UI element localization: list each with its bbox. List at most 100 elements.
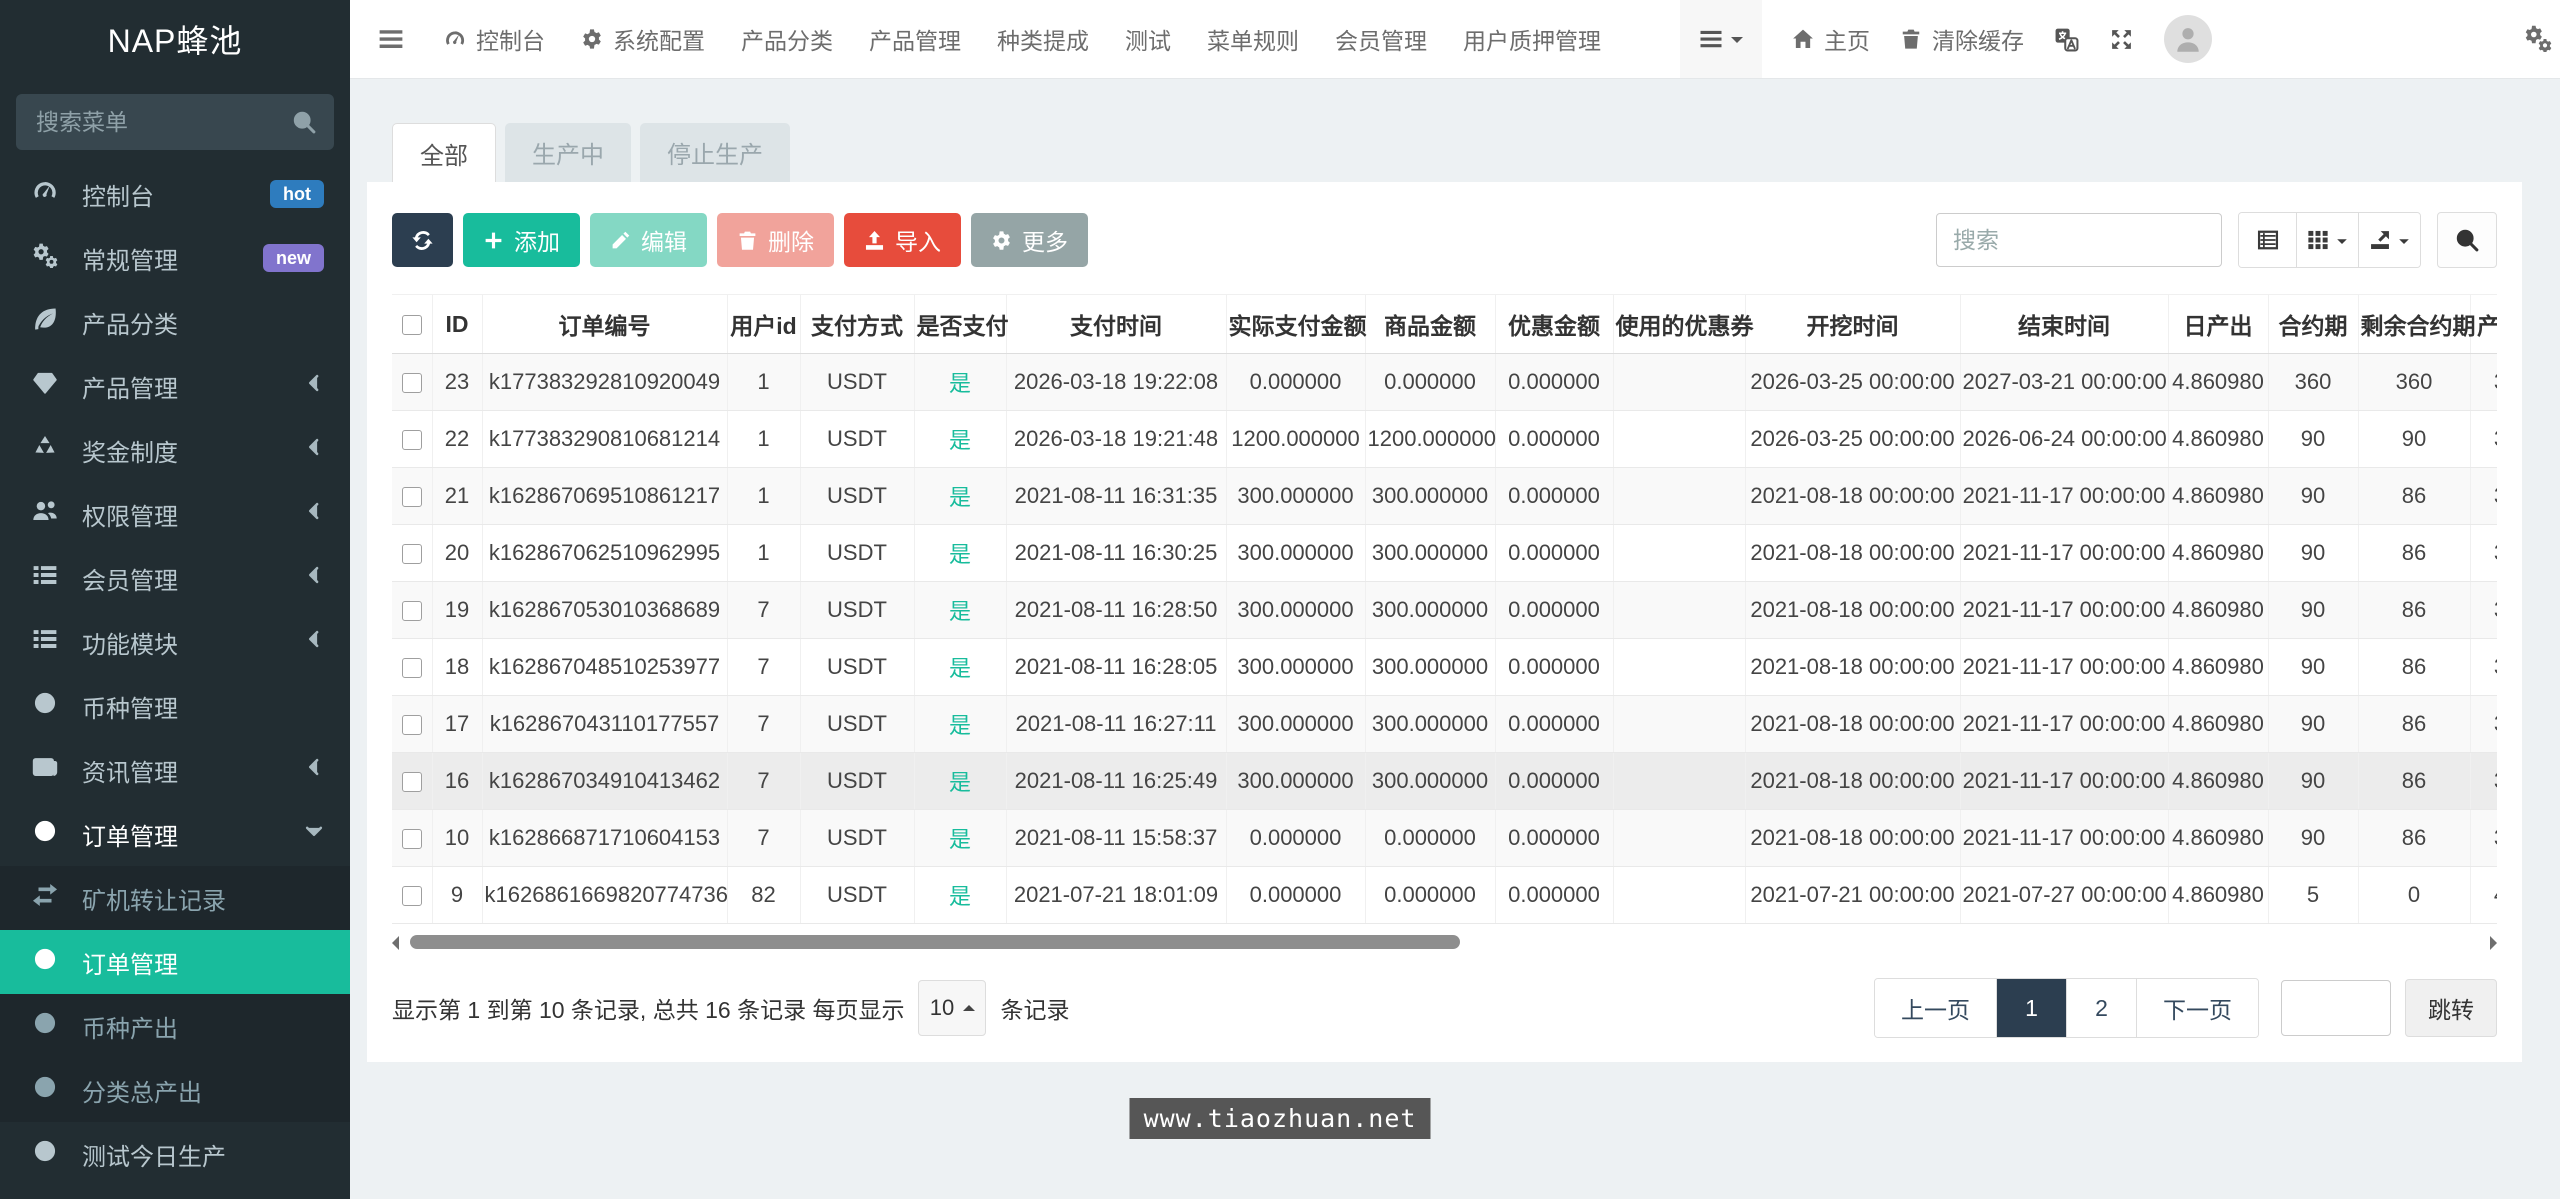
sidebar-item-order-manage[interactable]: 订单管理 xyxy=(0,930,350,994)
column-header-end-time[interactable]: 结束时间 xyxy=(1960,295,2168,354)
page-size-select[interactable]: 10 xyxy=(918,980,986,1036)
scrollbar-thumb[interactable] xyxy=(410,935,1460,949)
sidebar-item-bonus-system[interactable]: 奖金制度 xyxy=(0,418,350,482)
sidebar-search-input[interactable] xyxy=(16,94,334,150)
table-row[interactable]: 19k1628670530103686897USDT是2021-08-11 16… xyxy=(392,582,2497,639)
topnav-tab-category-commission[interactable]: 种类提成 xyxy=(997,22,1089,56)
tab-list-dropdown[interactable] xyxy=(1680,0,1762,78)
more-button[interactable]: 更多 xyxy=(971,213,1088,267)
table-row[interactable]: 10k1628668717106041537USDT是2021-08-11 15… xyxy=(392,810,2497,867)
sidebar-item-test-today-production[interactable]: 测试今日生产 xyxy=(0,1122,350,1186)
sidebar-item-coin-manage[interactable]: 币种管理 xyxy=(0,674,350,738)
topnav-tab-console[interactable]: 控制台 xyxy=(444,22,545,56)
row-checkbox[interactable] xyxy=(402,772,422,792)
row-checkbox[interactable] xyxy=(402,487,422,507)
translate-icon[interactable] xyxy=(2054,27,2079,52)
home-link[interactable]: 主页 xyxy=(1792,22,1870,56)
settings-cogs-icon[interactable] xyxy=(2524,24,2552,52)
search-submit-button[interactable] xyxy=(2437,212,2497,268)
toggle-view-button[interactable] xyxy=(2239,213,2297,267)
next-page-button[interactable]: 下一页 xyxy=(2137,979,2258,1037)
tab-all[interactable]: 全部 xyxy=(392,123,496,182)
refresh-button[interactable] xyxy=(392,213,453,267)
paid-status-link[interactable]: 是 xyxy=(949,884,971,909)
sidebar-item-coin-output[interactable]: 币种产出 xyxy=(0,994,350,1058)
page-jump-input[interactable] xyxy=(2281,980,2391,1036)
row-checkbox[interactable] xyxy=(402,658,422,678)
delete-button[interactable]: 删除 xyxy=(717,213,834,267)
export-button[interactable] xyxy=(2359,213,2420,267)
table-row[interactable]: 18k1628670485102539777USDT是2021-08-11 16… xyxy=(392,639,2497,696)
sidebar-item-console[interactable]: 控制台hot xyxy=(0,162,350,226)
table-row[interactable]: 22k1773832908106812141USDT是2026-03-18 19… xyxy=(392,411,2497,468)
columns-button[interactable] xyxy=(2297,213,2359,267)
paid-status-link[interactable]: 是 xyxy=(949,827,971,852)
page-button-2[interactable]: 2 xyxy=(2067,979,2137,1037)
prev-page-button[interactable]: 上一页 xyxy=(1875,979,1997,1037)
sidebar-item-miner-transfer-record[interactable]: 矿机转让记录 xyxy=(0,866,350,930)
paid-status-link[interactable]: 是 xyxy=(949,428,971,453)
column-header-contract-period[interactable]: 合约期 xyxy=(2268,295,2358,354)
column-header-pay-type[interactable]: 支付方式 xyxy=(800,295,914,354)
topnav-tab-product-category[interactable]: 产品分类 xyxy=(741,22,833,56)
sidebar-item-member-manage[interactable]: 会员管理 xyxy=(0,546,350,610)
sidebar-item-auth-manage[interactable]: 权限管理 xyxy=(0,482,350,546)
table-row[interactable]: 20k1628670625109629951USDT是2021-08-11 16… xyxy=(392,525,2497,582)
column-header-discount-amount[interactable]: 优惠金额 xyxy=(1495,295,1613,354)
row-checkbox[interactable] xyxy=(402,601,422,621)
paid-status-link[interactable]: 是 xyxy=(949,542,971,567)
topnav-tab-product-manage[interactable]: 产品管理 xyxy=(869,22,961,56)
table-row[interactable]: 17k1628670431101775577USDT是2021-08-11 16… xyxy=(392,696,2497,753)
column-header-is-paid[interactable]: 是否支付 xyxy=(914,295,1006,354)
scroll-right-icon[interactable] xyxy=(2490,936,2497,950)
topnav-tab-member-manage[interactable]: 会员管理 xyxy=(1335,22,1427,56)
tab-producing[interactable]: 生产中 xyxy=(505,123,631,182)
paid-status-link[interactable]: 是 xyxy=(949,485,971,510)
topnav-tab-system-config[interactable]: 系统配置 xyxy=(581,22,705,56)
row-checkbox[interactable] xyxy=(402,544,422,564)
tab-stopped[interactable]: 停止生产 xyxy=(640,123,790,182)
column-header-remaining-period[interactable]: 剩余合约期 xyxy=(2358,295,2470,354)
page-jump-button[interactable]: 跳转 xyxy=(2405,979,2497,1037)
column-header-user-id[interactable]: 用户id xyxy=(727,295,800,354)
sidebar-item-product-category[interactable]: 产品分类 xyxy=(0,290,350,354)
paid-status-link[interactable]: 是 xyxy=(949,371,971,396)
row-checkbox[interactable] xyxy=(402,715,422,735)
column-header-coupon[interactable]: 使用的优惠券 xyxy=(1613,295,1745,354)
table-row[interactable]: 23k1773832928109200491USDT是2026-03-18 19… xyxy=(392,354,2497,411)
topnav-tab-menu-rules[interactable]: 菜单规则 xyxy=(1207,22,1299,56)
paid-status-link[interactable]: 是 xyxy=(949,713,971,738)
row-checkbox[interactable] xyxy=(402,829,422,849)
row-checkbox[interactable] xyxy=(402,886,422,906)
sidebar-toggle-icon[interactable] xyxy=(378,26,404,52)
edit-button[interactable]: 编辑 xyxy=(590,213,707,267)
column-header-daily-output[interactable]: 日产出 xyxy=(2168,295,2268,354)
import-button[interactable]: 导入 xyxy=(844,213,961,267)
table-search-input[interactable] xyxy=(1936,213,2222,267)
sidebar-item-news-manage[interactable]: 资讯管理 xyxy=(0,738,350,802)
sidebar-item-general-manage[interactable]: 常规管理new xyxy=(0,226,350,290)
select-all-checkbox[interactable] xyxy=(402,315,422,335)
column-header-goods-amount[interactable]: 商品金额 xyxy=(1365,295,1495,354)
column-header-pay-time[interactable]: 支付时间 xyxy=(1006,295,1226,354)
clear-cache-link[interactable]: 清除缓存 xyxy=(1900,22,2024,56)
table-row[interactable]: 16k1628670349104134627USDT是2021-08-11 16… xyxy=(392,753,2497,810)
add-button[interactable]: 添加 xyxy=(463,213,580,267)
row-checkbox[interactable] xyxy=(402,373,422,393)
table-row[interactable]: 21k1628670695108612171USDT是2021-08-11 16… xyxy=(392,468,2497,525)
sidebar-item-product-manage[interactable]: 产品管理 xyxy=(0,354,350,418)
column-header-pay-amount[interactable]: 实际支付金额 xyxy=(1226,295,1365,354)
topnav-tab-test[interactable]: 测试 xyxy=(1125,22,1171,56)
column-header-order-no[interactable]: 订单编号 xyxy=(482,295,727,354)
sidebar-item-function-module[interactable]: 功能模块 xyxy=(0,610,350,674)
paid-status-link[interactable]: 是 xyxy=(949,599,971,624)
avatar[interactable] xyxy=(2164,15,2212,63)
topnav-tab-user-pledge-manage[interactable]: 用户质押管理 xyxy=(1463,22,1601,56)
fullscreen-icon[interactable] xyxy=(2109,27,2134,52)
sidebar-item-category-total-output[interactable]: 分类总产出 xyxy=(0,1058,350,1122)
row-checkbox[interactable] xyxy=(402,430,422,450)
paid-status-link[interactable]: 是 xyxy=(949,656,971,681)
scroll-left-icon[interactable] xyxy=(392,936,399,950)
paid-status-link[interactable]: 是 xyxy=(949,770,971,795)
page-button-1[interactable]: 1 xyxy=(1997,979,2067,1037)
